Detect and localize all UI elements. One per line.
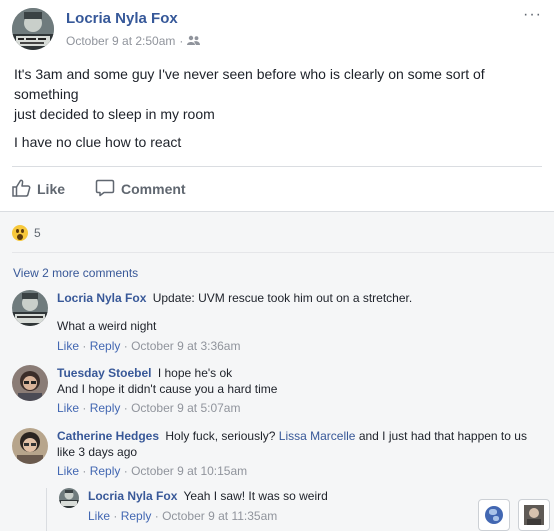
comment-like-link[interactable]: Like xyxy=(57,339,79,353)
comment-timestamp[interactable]: October 9 at 11:35am xyxy=(162,509,277,523)
divider xyxy=(12,252,554,253)
reaction-count: 5 xyxy=(34,226,41,240)
separator: · xyxy=(123,464,128,478)
post-body: It's 3am and some guy I've never seen be… xyxy=(14,64,544,160)
comment-text: I hope he's ok xyxy=(157,366,233,380)
meta-separator: · xyxy=(179,34,184,48)
comment-body: Catherine Hedges Holy fuck, seriously? L… xyxy=(57,428,537,479)
like-button[interactable]: Like xyxy=(12,176,65,202)
comment-body: Locria Nyla Fox Yeah I saw! It was so we… xyxy=(88,488,518,524)
avatar[interactable] xyxy=(12,365,48,401)
post-line-2: just decided to sleep in my room xyxy=(14,106,215,122)
view-more-comments-link[interactable]: View 2 more comments xyxy=(13,266,138,280)
comment-text: Yeah I saw! It was so weird xyxy=(183,489,328,503)
comment-button[interactable]: Comment xyxy=(95,176,186,202)
comment-like-link[interactable]: Like xyxy=(57,401,79,415)
comment-timestamp[interactable]: October 9 at 5:07am xyxy=(131,401,240,415)
wow-emoji-icon xyxy=(12,225,28,241)
comment-body: Tuesday Stoebel I hope he's ok And I hop… xyxy=(57,365,537,416)
floating-buttons xyxy=(478,499,550,531)
comment-timestamp[interactable]: October 9 at 3:36am xyxy=(131,339,240,353)
post-header: Locria Nyla Fox October 9 at 2:50am · ··… xyxy=(12,7,542,54)
comment-text: What a weird night xyxy=(57,319,157,333)
mention-link[interactable]: Lissa Marcelle xyxy=(279,429,356,443)
post-action-bar: Like Comment xyxy=(12,176,186,202)
separator: · xyxy=(154,509,159,523)
comment-reply-link[interactable]: Reply xyxy=(121,509,152,523)
comment: Catherine Hedges Holy fuck, seriously? L… xyxy=(12,428,542,484)
separator: · xyxy=(113,509,118,523)
comment-like-link[interactable]: Like xyxy=(88,509,110,523)
separator: · xyxy=(82,464,87,478)
comment-label: Comment xyxy=(121,181,186,197)
avatar[interactable] xyxy=(12,428,48,464)
post-line-3: I have no clue how to react xyxy=(14,134,182,150)
post-meta: October 9 at 2:50am · xyxy=(66,34,201,48)
avatar[interactable] xyxy=(12,290,48,326)
post-line-1: It's 3am and some guy I've never seen be… xyxy=(14,66,485,102)
comments-section: 5 View 2 more comments Locria Nyla Fox U… xyxy=(0,211,554,531)
comment-actions: Like · Reply · October 9 at 5:07am xyxy=(57,400,537,416)
comment-reply: Locria Nyla Fox Yeah I saw! It was so we… xyxy=(46,488,536,531)
comment-reply-link[interactable]: Reply xyxy=(90,464,121,478)
comment-timestamp[interactable]: October 9 at 10:15am xyxy=(131,464,247,478)
separator: · xyxy=(82,401,87,415)
separator: · xyxy=(123,339,128,353)
comment-reply-link[interactable]: Reply xyxy=(90,339,121,353)
comment-author[interactable]: Catherine Hedges xyxy=(57,429,159,443)
comment-actions: Like · Reply · October 9 at 3:36am xyxy=(57,338,537,354)
chat-avatar-icon[interactable] xyxy=(518,499,550,531)
comment-text: Holy fuck, seriously? xyxy=(165,429,276,443)
comment-reply-link[interactable]: Reply xyxy=(90,401,121,415)
reaction-summary[interactable]: 5 xyxy=(12,225,41,241)
thumbs-up-icon xyxy=(12,179,31,200)
comment-text: Update: UVM rescue took him out on a str… xyxy=(152,291,413,305)
more-dots-icon[interactable]: ··· xyxy=(523,7,542,23)
comment-author[interactable]: Locria Nyla Fox xyxy=(57,291,146,305)
comment-author[interactable]: Tuesday Stoebel xyxy=(57,366,151,380)
comment-author[interactable]: Locria Nyla Fox xyxy=(88,489,177,503)
comment-body: Locria Nyla Fox Update: UVM rescue took … xyxy=(57,290,537,354)
comment: Tuesday Stoebel I hope he's ok And I hop… xyxy=(12,365,542,421)
post-timestamp[interactable]: October 9 at 2:50am xyxy=(66,34,175,48)
separator: · xyxy=(82,339,87,353)
comment-actions: Like · Reply · October 9 at 11:35am xyxy=(88,508,518,524)
comment-actions: Like · Reply · October 9 at 10:15am xyxy=(57,463,537,479)
friends-icon[interactable] xyxy=(187,34,201,48)
separator: · xyxy=(123,401,128,415)
comment-like-link[interactable]: Like xyxy=(57,464,79,478)
avatar[interactable] xyxy=(59,488,79,508)
post-author-name[interactable]: Locria Nyla Fox xyxy=(66,10,178,27)
comment-bubble-icon xyxy=(95,179,115,200)
author-avatar[interactable] xyxy=(12,8,54,50)
comment-text: And I hope it didn't cause you a hard ti… xyxy=(57,382,278,396)
comment: Locria Nyla Fox Update: UVM rescue took … xyxy=(12,290,542,356)
like-label: Like xyxy=(37,181,66,197)
globe-icon[interactable] xyxy=(478,499,510,531)
divider xyxy=(12,166,542,167)
